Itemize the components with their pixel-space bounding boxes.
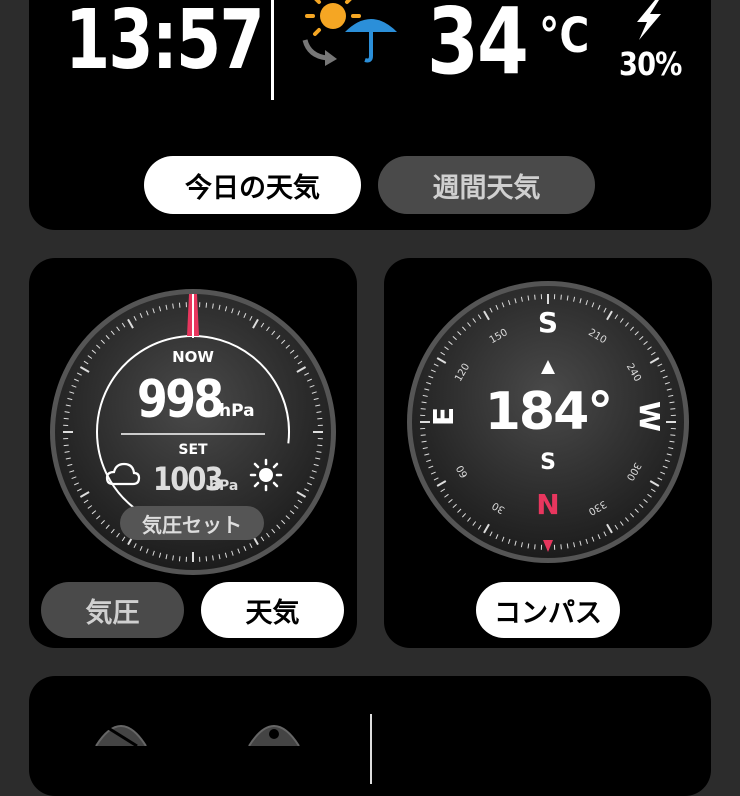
set-label: SET (29, 442, 357, 458)
temperature-unit: °C (539, 8, 589, 64)
arrow-icon (305, 40, 327, 58)
compass-card: 1502101202406030030330 S N E W 184° S コン… (384, 258, 712, 648)
now-label: NOW (29, 348, 357, 366)
bottom-card (29, 676, 711, 796)
compass-label-bottom: N (384, 488, 712, 521)
divider (370, 714, 372, 784)
cloud-icon (105, 460, 141, 488)
compass-label-top: S (384, 306, 712, 339)
current-pressure: 998 (137, 370, 222, 430)
weather-card: 13:57 34 °C 30% 今日の天気 週間天気 (29, 0, 711, 230)
compass-heading: 184° (384, 382, 712, 442)
precipitation-chance: 30% (619, 45, 682, 83)
current-time: 13:57 (65, 0, 263, 82)
no-clock-icon (91, 716, 151, 746)
compass-direction: S (384, 450, 712, 475)
pressure-unit: hPa (219, 401, 255, 421)
divider (271, 0, 274, 100)
pressure-button[interactable]: 気圧 (41, 582, 184, 638)
set-pressure-unit: hPa (209, 478, 238, 494)
set-pressure-button[interactable]: 気圧セット (120, 506, 264, 540)
sun-icon (249, 458, 283, 492)
clock-icon (244, 716, 304, 746)
tab-today-weather[interactable]: 今日の天気 (144, 156, 361, 214)
tab-weekly-weather[interactable]: 週間天気 (378, 156, 595, 214)
barometer-card: NOW 998 hPa SET 1003 hPa 気圧セット 気圧 天気 (29, 258, 357, 648)
lightning-icon (627, 0, 667, 40)
sun-to-rain-icon (297, 0, 407, 70)
compass-button[interactable]: コンパス (476, 582, 620, 638)
umbrella-icon (345, 19, 397, 61)
temperature: 34 (427, 0, 527, 88)
weather-button[interactable]: 天気 (201, 582, 344, 638)
